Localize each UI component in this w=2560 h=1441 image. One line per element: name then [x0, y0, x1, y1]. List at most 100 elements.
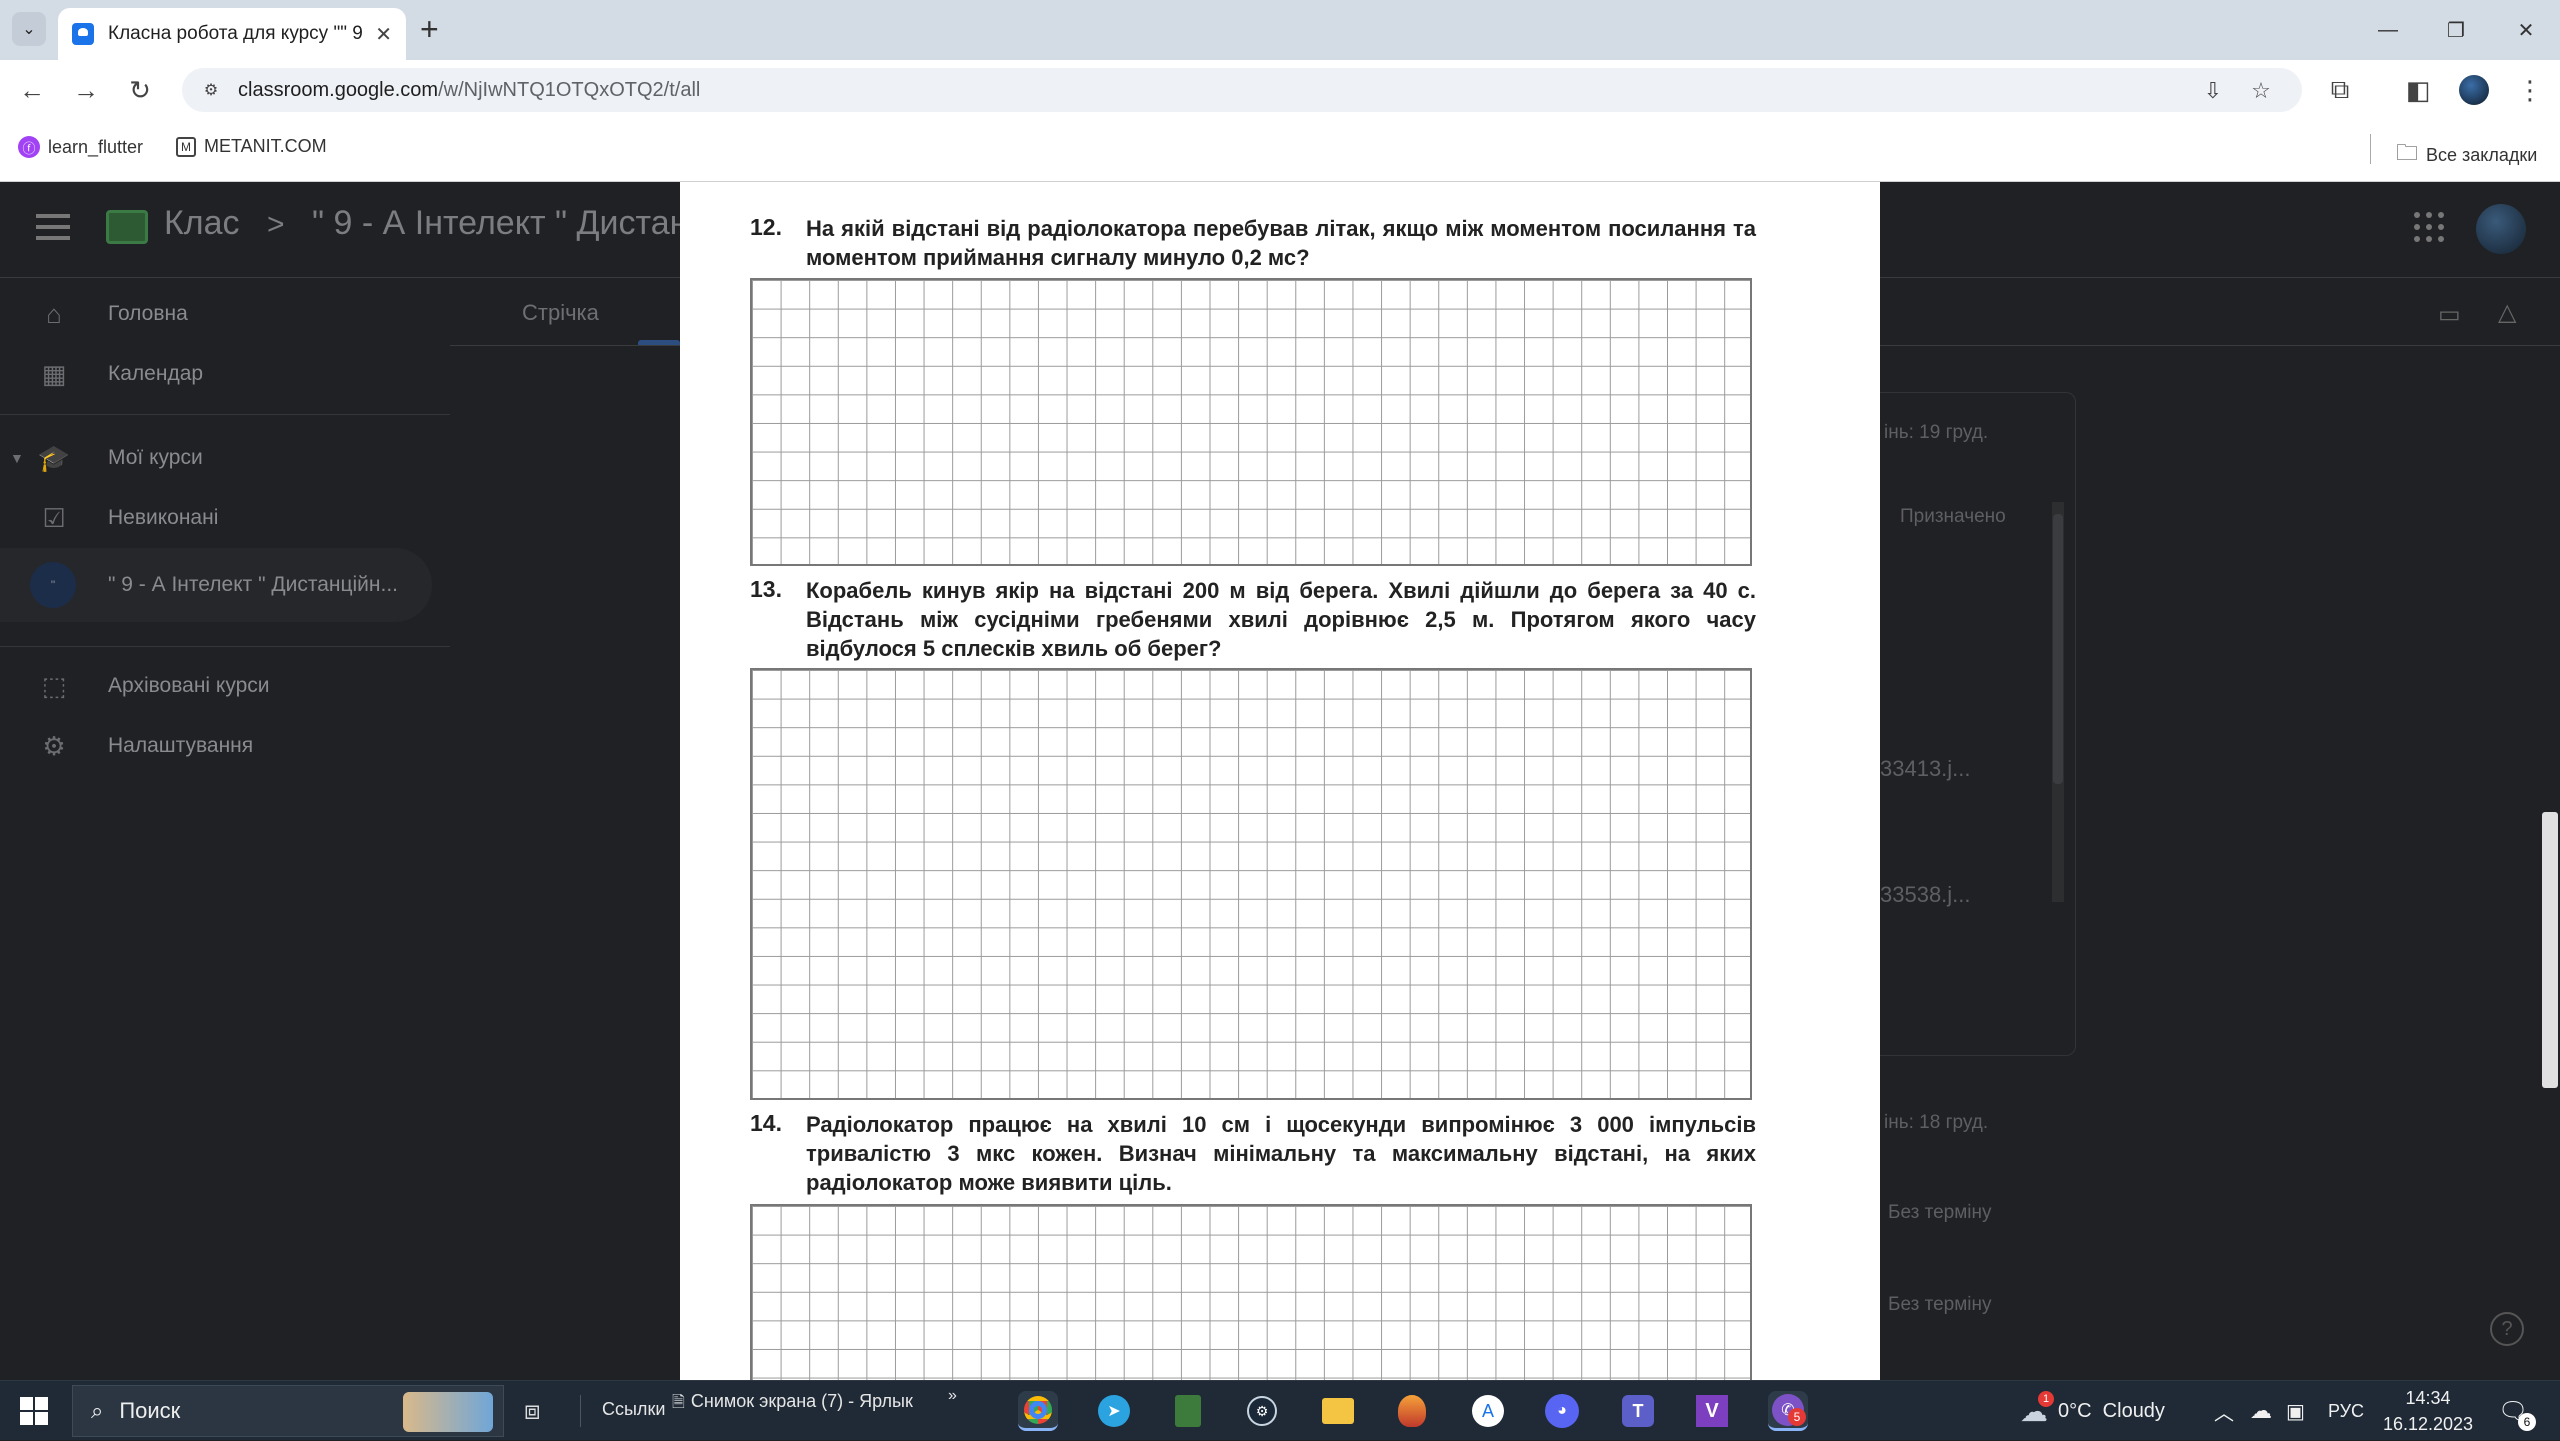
- tab-close-icon[interactable]: ✕: [375, 22, 392, 47]
- tab-title: Класна робота для курсу "" 9 -: [108, 23, 366, 44]
- weather-widget[interactable]: ☁ 1 0°C Cloudy: [2020, 1381, 2165, 1441]
- sidebar-item-my-courses[interactable]: ▼ 🎓 Мої курси: [0, 428, 450, 488]
- bookmark-metanit[interactable]: M METANIT.COM: [176, 136, 327, 157]
- install-app-icon[interactable]: ⇩: [2200, 78, 2226, 104]
- cloud-icon: ☁ 1: [2020, 1390, 2054, 1428]
- steam-icon[interactable]: ⚙: [1242, 1391, 1282, 1431]
- attachment-file-1[interactable]: 33413.j...: [1880, 756, 1971, 782]
- url-text[interactable]: classroom.google.com/w/NjIwNTQ1OTQxOTQ2/…: [238, 79, 700, 102]
- side-panel-icon[interactable]: ◧: [2400, 72, 2436, 108]
- calendar-icon: ▦: [41, 358, 67, 389]
- tray-overflow-icon[interactable]: ︿: [2214, 1381, 2234, 1441]
- sidebar-divider: [0, 646, 450, 647]
- breadcrumb-separator: >: [267, 208, 285, 241]
- sidebar: ⌂ Головна ▦ Календар ▼ 🎓 Мої курси ☑ Нев…: [0, 278, 450, 1380]
- close-window-button[interactable]: ✕: [2506, 12, 2546, 48]
- sidebar-item-home[interactable]: ⌂ Головна: [0, 284, 450, 344]
- attachment-file-2[interactable]: 33538.j...: [1880, 882, 1971, 908]
- bookmarks-divider: [2370, 134, 2371, 164]
- metanit-icon: M: [176, 136, 196, 157]
- status-badge: Призначено: [1900, 506, 2006, 527]
- browser-toolbar: ← → ↻ ⚙ classroom.google.com/w/NjIwNTQ1O…: [0, 60, 2560, 120]
- archive-icon: ⬚: [41, 670, 67, 701]
- reload-icon[interactable]: ↻: [122, 72, 158, 108]
- onedrive-icon[interactable]: ☁: [2250, 1381, 2272, 1441]
- explorer-icon[interactable]: [1318, 1391, 1358, 1431]
- help-icon[interactable]: ?: [2490, 1312, 2524, 1346]
- sidebar-item-settings[interactable]: ⚙ Налаштування: [0, 716, 450, 776]
- visual-studio-icon[interactable]: V: [1692, 1391, 1732, 1431]
- bookmark-star-icon[interactable]: ☆: [2248, 78, 2274, 104]
- minimize-button[interactable]: —: [2368, 12, 2408, 48]
- all-bookmarks-button[interactable]: 🗀 Все закладки: [2396, 136, 2537, 174]
- course-avatar: ": [30, 562, 76, 608]
- chrome-menu-icon[interactable]: ⋮: [2512, 72, 2548, 108]
- notepad-icon[interactable]: [1168, 1391, 1208, 1431]
- calendar-small-icon[interactable]: ▭: [2438, 300, 2461, 329]
- tab-search-button[interactable]: ⌄: [12, 12, 46, 46]
- new-tab-button[interactable]: +: [420, 10, 439, 48]
- search-icon: ⌕: [91, 1398, 104, 1423]
- due-date-1: інь: 19 груд.: [1884, 422, 1989, 443]
- assignment-card: [1880, 392, 2076, 1056]
- sidebar-item-course[interactable]: " " 9 - А Інтелект " Дистанційн...: [0, 548, 432, 622]
- document-viewer[interactable]: 12. На якій відстані від радіолокатора п…: [680, 182, 1880, 1380]
- windows-taskbar: ⌕ Поиск ⧈ Ссылки 🗎 Снимок экрана (7) - Яр…: [0, 1380, 2560, 1440]
- chrome-icon[interactable]: [1018, 1391, 1058, 1431]
- taskbar-clock[interactable]: 14:34 16.12.2023: [2378, 1385, 2478, 1437]
- network-icon[interactable]: ▣: [2286, 1381, 2305, 1441]
- sidebar-divider: [0, 414, 450, 415]
- answer-grid-14: [750, 1204, 1752, 1380]
- settings-icon: ⚙: [42, 730, 66, 761]
- viber-icon[interactable]: ✆ 5: [1768, 1391, 1808, 1431]
- brand-link[interactable]: Клас: [164, 204, 240, 242]
- links-toolbar[interactable]: Ссылки: [602, 1399, 665, 1420]
- bookmark-learn-flutter[interactable]: ⓕ learn_flutter: [18, 136, 143, 158]
- windows-start-icon[interactable]: [20, 1397, 48, 1425]
- answer-grid-13: [750, 668, 1752, 1100]
- forward-arrow-icon[interactable]: →: [68, 72, 104, 108]
- profile-avatar-icon[interactable]: [2456, 72, 2492, 108]
- google-apps-icon[interactable]: [2414, 212, 2444, 242]
- taskbar-search[interactable]: ⌕ Поиск: [72, 1385, 504, 1437]
- screenshot-shortcut[interactable]: 🗎 Снимок экрана (7) - Ярлык: [672, 1391, 913, 1418]
- file-icon: 🗎: [672, 1394, 685, 1411]
- flutter-icon: ⓕ: [18, 136, 40, 158]
- sidebar-item-todo[interactable]: ☑ Невиконані: [0, 488, 450, 548]
- notifications-icon[interactable]: 🗨 6: [2498, 1381, 2536, 1441]
- tab-stream[interactable]: Стрічка: [522, 300, 599, 326]
- back-arrow-icon[interactable]: ←: [14, 72, 50, 108]
- page-scrollbar[interactable]: [2542, 812, 2558, 1088]
- bookmarks-bar: ⓕ learn_flutter M METANIT.COM 🗀 Все закл…: [0, 120, 2560, 182]
- panel-scrollbar[interactable]: [2052, 502, 2064, 902]
- language-indicator[interactable]: РУС: [2328, 1381, 2364, 1441]
- site-info-icon[interactable]: ⚙: [200, 79, 222, 101]
- toolbar-overflow-icon[interactable]: »: [948, 1387, 957, 1405]
- collapse-caret-icon[interactable]: ▼: [10, 450, 24, 466]
- task-view-icon[interactable]: ⧈: [524, 1395, 541, 1427]
- account-avatar[interactable]: [2476, 204, 2526, 254]
- sidebar-item-calendar[interactable]: ▦ Календар: [0, 344, 450, 404]
- no-deadline-1: Без терміну: [1888, 1202, 1992, 1223]
- telegram-icon[interactable]: ➤: [1094, 1391, 1134, 1431]
- search-highlight-icon: [403, 1392, 493, 1432]
- drive-icon[interactable]: △: [2498, 298, 2516, 327]
- classroom-favicon-icon: [72, 23, 94, 45]
- extensions-icon[interactable]: ⧉: [2322, 72, 2358, 108]
- discord-icon[interactable]: ◕: [1542, 1391, 1582, 1431]
- browser-tab-active[interactable]: Класна робота для курсу "" 9 - ✕: [58, 8, 406, 60]
- address-bar[interactable]: ⚙ classroom.google.com/w/NjIwNTQ1OTQxOTQ…: [182, 68, 2302, 112]
- restore-button[interactable]: ❐: [2436, 12, 2476, 48]
- taskbar-divider: [580, 1395, 581, 1427]
- vpn-icon[interactable]: A: [1468, 1391, 1508, 1431]
- due-date-2: інь: 18 груд.: [1884, 1112, 1989, 1133]
- sidebar-item-archived[interactable]: ⬚ Архівовані курси: [0, 656, 450, 716]
- answer-grid-12: [750, 278, 1752, 566]
- folder-icon: 🗀: [2396, 140, 2419, 165]
- git-icon[interactable]: [1392, 1391, 1432, 1431]
- main-menu-icon[interactable]: [36, 214, 70, 240]
- classroom-logo-icon[interactable]: [106, 210, 148, 244]
- browser-tab-strip: ⌄ Класна робота для курсу "" 9 - ✕ + — ❐…: [0, 0, 2560, 60]
- home-icon: ⌂: [46, 298, 62, 329]
- teams-icon[interactable]: T: [1618, 1391, 1658, 1431]
